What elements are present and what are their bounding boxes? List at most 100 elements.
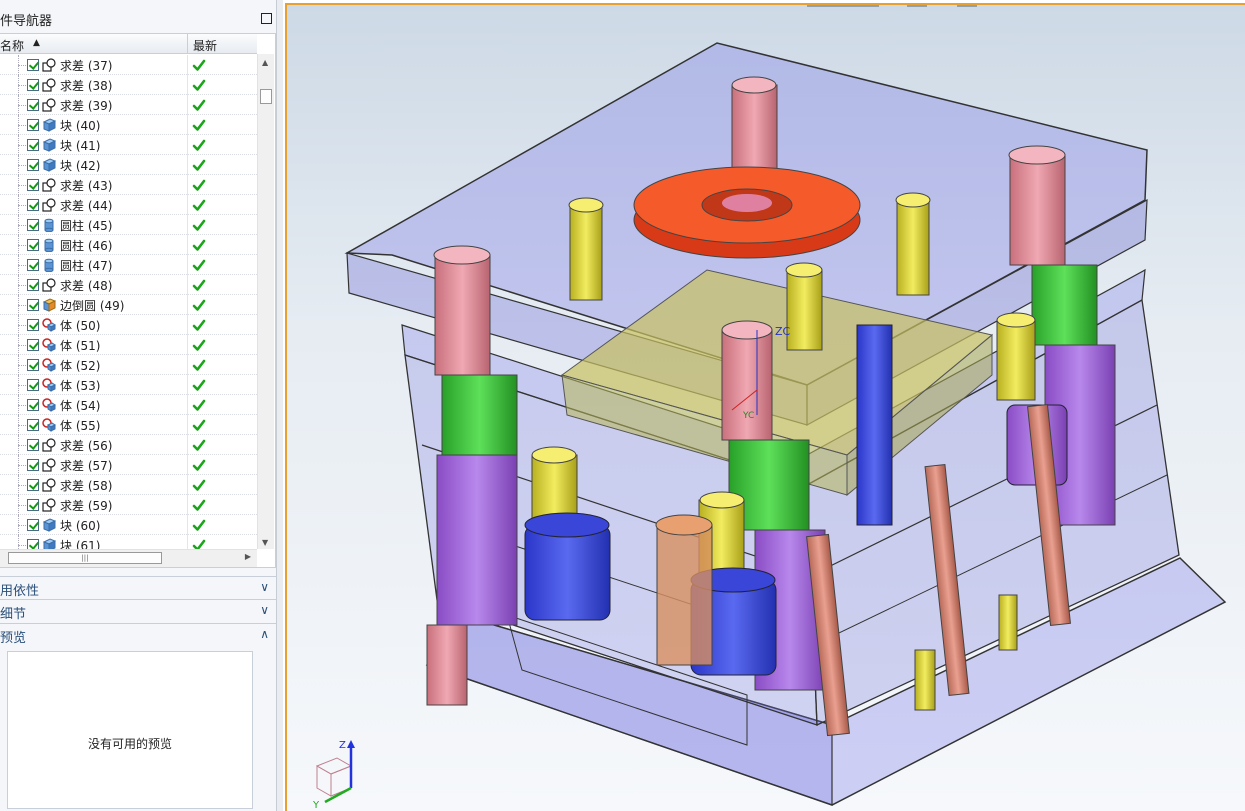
tree-row[interactable]: 求差 (58): [0, 475, 257, 495]
tree-row[interactable]: 求差 (59): [0, 495, 257, 515]
block-icon: [42, 118, 57, 132]
tree-row[interactable]: 体 (54): [0, 395, 257, 415]
body-icon: [42, 378, 56, 392]
feature-tree[interactable]: 名称 ▲ 最新 求差 (37) 求差 (38) 求差 (39) 块 (40) 块 (41…: [0, 33, 276, 568]
visibility-checkbox[interactable]: [27, 179, 39, 191]
column-separator: [187, 515, 188, 535]
tree-row[interactable]: 圆柱 (46): [0, 235, 257, 255]
tree-row[interactable]: 体 (51): [0, 335, 257, 355]
up-to-date-check-icon: [192, 258, 206, 272]
block-icon: [42, 158, 57, 172]
tree-row[interactable]: 边倒圆 (49): [0, 295, 257, 315]
view-triad-icon[interactable]: Z Y: [307, 738, 377, 808]
tree-row[interactable]: 块 (41): [0, 135, 257, 155]
feature-label: 求差 (39): [60, 99, 113, 113]
tree-row[interactable]: 圆柱 (45): [0, 215, 257, 235]
visibility-checkbox[interactable]: [27, 299, 39, 311]
visibility-checkbox[interactable]: [27, 499, 39, 511]
visibility-checkbox[interactable]: [27, 139, 39, 151]
tree-row[interactable]: 体 (55): [0, 415, 257, 435]
horizontal-scrollbar[interactable]: ||| ▶: [0, 549, 257, 567]
tree-connector: [18, 445, 26, 446]
visibility-checkbox[interactable]: [27, 159, 39, 171]
sort-ascending-icon[interactable]: ▲: [33, 38, 40, 48]
dependencies-section[interactable]: 用依性 ∨: [0, 576, 276, 599]
column-latest-header[interactable]: 最新: [193, 37, 217, 54]
scroll-thumb[interactable]: [260, 89, 272, 104]
visibility-checkbox[interactable]: [27, 279, 39, 291]
visibility-checkbox[interactable]: [27, 339, 39, 351]
details-section[interactable]: 细节 ∨: [0, 599, 276, 622]
column-separator[interactable]: [187, 34, 188, 54]
visibility-checkbox[interactable]: [27, 479, 39, 491]
visibility-checkbox[interactable]: [27, 219, 39, 231]
cylinder-icon: [42, 218, 56, 233]
feature-label: 块 (42): [60, 159, 101, 173]
visibility-checkbox[interactable]: [27, 119, 39, 131]
feature-label: 体 (50): [60, 319, 101, 333]
visibility-checkbox[interactable]: [27, 319, 39, 331]
visibility-checkbox[interactable]: [27, 399, 39, 411]
body-icon: [42, 338, 56, 352]
chevron-up-icon[interactable]: ∧: [260, 627, 269, 641]
column-separator: [187, 235, 188, 255]
tree-row[interactable]: 求差 (48): [0, 275, 257, 295]
tree-row[interactable]: 求差 (39): [0, 95, 257, 115]
maximize-icon[interactable]: [261, 13, 272, 24]
tree-row[interactable]: 求差 (57): [0, 455, 257, 475]
preview-section[interactable]: 预览 ∧: [0, 623, 276, 646]
tree-row[interactable]: 求差 (44): [0, 195, 257, 215]
tree-row[interactable]: 块 (60): [0, 515, 257, 535]
visibility-checkbox[interactable]: [27, 99, 39, 111]
column-separator: [187, 475, 188, 495]
visibility-checkbox[interactable]: [27, 459, 39, 471]
visibility-checkbox[interactable]: [27, 359, 39, 371]
body-icon: [42, 318, 56, 332]
tree-row[interactable]: 求差 (38): [0, 75, 257, 95]
tree-row[interactable]: 体 (52): [0, 355, 257, 375]
scroll-up-icon[interactable]: ▲: [262, 58, 268, 67]
subtract-icon: [42, 178, 56, 192]
visibility-checkbox[interactable]: [27, 199, 39, 211]
column-separator: [187, 415, 188, 435]
visibility-checkbox[interactable]: [27, 379, 39, 391]
tree-row[interactable]: 体 (50): [0, 315, 257, 335]
tree-connector: [18, 405, 26, 406]
chevron-down-icon[interactable]: ∨: [260, 580, 269, 594]
visibility-checkbox[interactable]: [27, 239, 39, 251]
up-to-date-check-icon: [192, 138, 206, 152]
chevron-down-icon[interactable]: ∨: [260, 603, 269, 617]
locating-ring: [633, 166, 861, 259]
tree-column-header: 名称 ▲ 最新: [0, 34, 257, 54]
tree-connector: [18, 105, 26, 106]
feature-label: 求差 (37): [60, 59, 113, 73]
graphics-viewport[interactable]: ZC YC Z Y: [285, 3, 1245, 811]
tree-row[interactable]: 体 (53): [0, 375, 257, 395]
visibility-checkbox[interactable]: [27, 519, 39, 531]
tree-connector: [18, 145, 26, 146]
tree-row[interactable]: 块 (40): [0, 115, 257, 135]
visibility-checkbox[interactable]: [27, 79, 39, 91]
visibility-checkbox[interactable]: [27, 59, 39, 71]
tree-row[interactable]: 块 (42): [0, 155, 257, 175]
visibility-checkbox[interactable]: [27, 439, 39, 451]
visibility-checkbox[interactable]: [27, 259, 39, 271]
scroll-right-icon[interactable]: ▶: [245, 552, 251, 561]
up-to-date-check-icon: [192, 298, 206, 312]
tree-row[interactable]: 圆柱 (47): [0, 255, 257, 275]
subtract-icon: [42, 58, 56, 72]
column-separator: [187, 335, 188, 355]
panel-splitter[interactable]: [276, 0, 283, 811]
tree-row[interactable]: 求差 (56): [0, 435, 257, 455]
tree-connector: [18, 545, 26, 546]
tree-row[interactable]: 求差 (37): [0, 55, 257, 75]
preview-empty-message: 没有可用的预览: [87, 737, 172, 751]
column-name-header[interactable]: 名称: [0, 37, 24, 54]
column-separator: [187, 315, 188, 335]
scroll-down-icon[interactable]: ▼: [262, 538, 268, 547]
visibility-checkbox[interactable]: [27, 419, 39, 431]
hscroll-thumb[interactable]: |||: [8, 552, 162, 564]
tree-row[interactable]: 求差 (43): [0, 175, 257, 195]
vertical-scrollbar[interactable]: ▲ ▼: [257, 54, 274, 549]
column-separator: [187, 115, 188, 135]
